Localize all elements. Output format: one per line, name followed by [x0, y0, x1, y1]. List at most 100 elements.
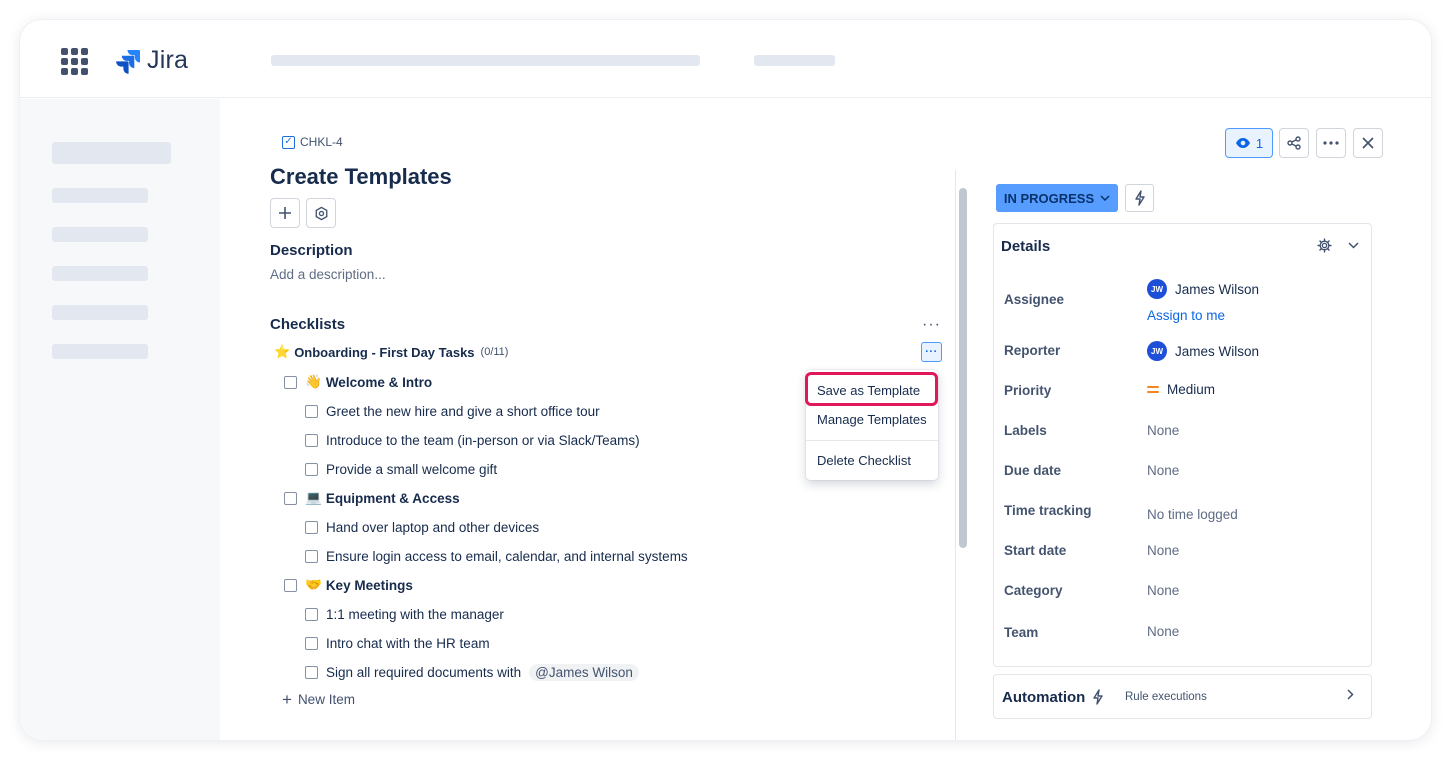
checklist-progress: (0/11): [480, 346, 509, 358]
plus-icon: [279, 207, 291, 219]
app-switcher-icon[interactable]: [61, 48, 89, 76]
item-checkbox[interactable]: [305, 607, 318, 621]
start-date-value[interactable]: None: [1147, 543, 1179, 558]
time-tracking-value[interactable]: No time logged: [1147, 507, 1238, 522]
status-dropdown[interactable]: IN PROGRESS: [996, 184, 1118, 212]
highlight-annotation: [805, 372, 938, 406]
item-checkbox[interactable]: [305, 520, 318, 534]
jira-logo-icon: [116, 49, 140, 74]
item-label: Intro chat with the HR team: [326, 635, 490, 651]
checklist-item[interactable]: Ensure login access to email, calendar, …: [305, 546, 688, 566]
group-label: Key Meetings: [325, 577, 413, 593]
chevron-down-icon: [1100, 195, 1110, 201]
group-checkbox[interactable]: [284, 578, 297, 592]
checklist-item[interactable]: Greet the new hire and give a short offi…: [305, 401, 600, 421]
checklist-group[interactable]: 🤝 Key Meetings: [284, 575, 413, 595]
task-type-icon: ✓: [282, 135, 295, 149]
eye-icon: [1235, 138, 1250, 148]
checklist-item[interactable]: Hand over laptop and other devices: [305, 517, 539, 537]
lightning-icon: [1093, 689, 1103, 705]
user-mention[interactable]: @James Wilson: [529, 663, 639, 681]
reporter-field[interactable]: JW James Wilson: [1147, 341, 1259, 361]
new-item-label: New Item: [297, 692, 355, 707]
hexagon-settings-icon: [315, 206, 327, 220]
item-checkbox[interactable]: [305, 462, 318, 476]
handshake-icon: 🤝: [305, 577, 322, 592]
due-date-value[interactable]: None: [1147, 463, 1179, 478]
more-actions-button[interactable]: [1316, 128, 1346, 158]
checklist-group[interactable]: 💻 Equipment & Access: [284, 488, 460, 508]
group-checkbox[interactable]: [284, 491, 297, 505]
description-input[interactable]: Add a description...: [270, 267, 386, 282]
wave-icon: 👋: [305, 374, 322, 389]
status-label: IN PROGRESS: [1003, 190, 1095, 206]
jira-logo-text: Jira: [147, 46, 189, 74]
checklist-item[interactable]: Sign all required documents with @James …: [305, 662, 639, 682]
item-checkbox[interactable]: [305, 404, 318, 418]
group-label: Welcome & Intro: [325, 374, 433, 390]
close-icon: [1362, 137, 1374, 149]
item-label: 1:1 meeting with the manager: [326, 606, 504, 622]
share-icon: [1287, 136, 1301, 150]
checklist-title[interactable]: ⭐ Onboarding - First Day Tasks (0/11): [274, 344, 508, 360]
priority-medium-icon: [1147, 386, 1159, 393]
plus-icon: +: [282, 690, 292, 709]
start-date-label: Start date: [1004, 543, 1067, 558]
assign-to-me-link[interactable]: Assign to me: [1147, 308, 1225, 323]
avatar: JW: [1147, 279, 1167, 299]
menu-item-manage-templates[interactable]: Manage Templates: [817, 412, 927, 427]
sidebar-placeholder: [52, 142, 171, 164]
more-icon: [1323, 141, 1339, 145]
checklist-item[interactable]: Introduce to the team (in-person or via …: [305, 430, 640, 450]
menu-item-delete-checklist[interactable]: Delete Checklist: [817, 453, 911, 468]
menu-divider: [806, 440, 938, 441]
item-checkbox[interactable]: [305, 433, 318, 447]
collapse-details-button[interactable]: [1346, 238, 1360, 252]
automation-subtitle: Rule executions: [1125, 691, 1207, 703]
settings-button[interactable]: [1316, 237, 1332, 253]
labels-value[interactable]: None: [1147, 423, 1179, 438]
checklist-group[interactable]: 👋 Welcome & Intro: [284, 372, 432, 392]
team-value[interactable]: None: [1147, 624, 1179, 639]
group-checkbox[interactable]: [284, 375, 297, 389]
assignee-name: James Wilson: [1175, 281, 1260, 297]
item-checkbox[interactable]: [305, 665, 318, 679]
priority-field[interactable]: Medium: [1147, 382, 1215, 397]
assignee-label: Assignee: [1004, 292, 1065, 307]
checklist-item[interactable]: Provide a small welcome gift: [305, 459, 497, 479]
labels-label: Labels: [1004, 423, 1047, 438]
apps-button[interactable]: [306, 198, 336, 228]
category-value[interactable]: None: [1147, 583, 1179, 598]
automation-heading: Automation: [1002, 689, 1086, 706]
checklist-item[interactable]: Intro chat with the HR team: [305, 633, 490, 653]
priority-value: Medium: [1167, 382, 1216, 397]
chevron-down-icon: [1347, 241, 1359, 249]
checklists-heading: Checklists: [270, 316, 346, 333]
checklists-more-icon[interactable]: ···: [922, 316, 941, 334]
checklist-menu-button[interactable]: ···: [921, 342, 942, 362]
add-button[interactable]: [270, 198, 300, 228]
watch-button[interactable]: 1: [1225, 128, 1273, 158]
checklist-item[interactable]: 1:1 meeting with the manager: [305, 604, 504, 624]
automation-section[interactable]: Automation Rule executions: [993, 674, 1372, 719]
category-label: Category: [1004, 583, 1063, 598]
scrollbar-thumb[interactable]: [959, 188, 967, 548]
reporter-label: Reporter: [1004, 343, 1061, 358]
new-item-button[interactable]: + New Item: [282, 691, 355, 708]
share-button[interactable]: [1279, 128, 1309, 158]
time-tracking-label: Time tracking: [1004, 503, 1092, 518]
laptop-icon: 💻: [305, 490, 322, 505]
item-checkbox[interactable]: [305, 636, 318, 650]
panel-divider: [955, 170, 956, 740]
assignee-field[interactable]: JW James Wilson: [1147, 279, 1259, 299]
jira-logo[interactable]: Jira: [115, 46, 188, 75]
actions-button[interactable]: [1125, 184, 1154, 212]
app-window: Jira ✓ CHKL-4 Create Templates Descripti…: [20, 20, 1431, 740]
checklist-name: Onboarding - First Day Tasks: [294, 344, 475, 360]
close-button[interactable]: [1353, 128, 1383, 158]
reporter-name: James Wilson: [1175, 343, 1260, 359]
item-checkbox[interactable]: [305, 549, 318, 563]
issue-key-link[interactable]: ✓ CHKL-4: [282, 135, 343, 149]
due-date-label: Due date: [1004, 463, 1062, 478]
issue-title[interactable]: Create Templates: [270, 164, 452, 190]
